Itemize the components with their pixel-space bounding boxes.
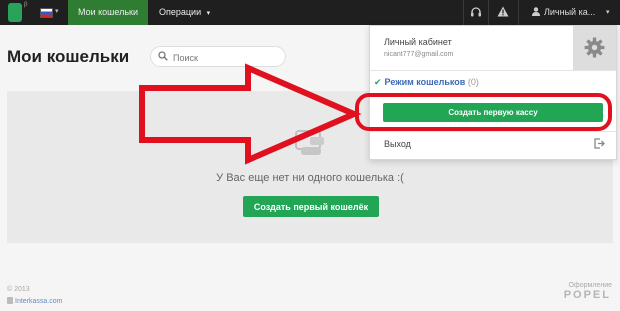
footer-site-link[interactable]: Interkassa.com bbox=[15, 298, 62, 305]
top-nav-bar: β ▾ Мои кошельки Операции ▾ Личный ка...… bbox=[0, 0, 620, 25]
logout-icon[interactable] bbox=[594, 138, 605, 149]
create-first-cashbox-button[interactable]: Создать первую кассу bbox=[383, 103, 603, 122]
user-menu-button[interactable]: Личный ка... bbox=[527, 0, 595, 25]
chevron-down-icon[interactable]: ▾ bbox=[606, 8, 610, 16]
tab-operations[interactable]: Операции ▾ bbox=[150, 0, 219, 25]
search-icon bbox=[158, 51, 168, 61]
empty-state-message: У Вас еще нет ни одного кошелька :( bbox=[216, 172, 404, 184]
nav-divider bbox=[518, 0, 519, 25]
account-title[interactable]: Личный кабинет bbox=[384, 37, 452, 47]
dropdown-divider bbox=[370, 131, 616, 132]
language-caret-icon[interactable]: ▾ bbox=[55, 7, 59, 15]
nav-divider bbox=[488, 0, 489, 25]
settings-button[interactable] bbox=[573, 26, 616, 70]
footer-site[interactable]: Interkassa.com bbox=[7, 297, 62, 305]
design-credit-brand[interactable]: POPEL bbox=[564, 289, 611, 301]
language-flag-icon[interactable] bbox=[40, 8, 53, 18]
gear-icon bbox=[584, 37, 605, 58]
search-input[interactable] bbox=[171, 49, 285, 66]
interkassa-small-icon bbox=[7, 297, 13, 304]
nav-divider bbox=[463, 0, 464, 25]
logout-item[interactable]: Выход bbox=[384, 139, 411, 149]
wallet-mode-item[interactable]: ✔ Режим кошельков (0) bbox=[374, 77, 479, 88]
design-credit-label: Оформление bbox=[568, 282, 612, 289]
create-first-wallet-button[interactable]: Создать первый кошелёк bbox=[243, 196, 379, 217]
dropdown-divider bbox=[370, 70, 616, 71]
copyright-text: © 2013 bbox=[7, 286, 30, 293]
user-dropdown-menu: Личный кабинет nicant777@gmail.com ✔ Реж… bbox=[369, 25, 617, 160]
interkassa-logo[interactable] bbox=[8, 3, 22, 22]
account-email: nicant777@gmail.com bbox=[384, 51, 454, 58]
tab-my-wallets[interactable]: Мои кошельки bbox=[68, 0, 148, 25]
check-icon: ✔ bbox=[374, 77, 382, 87]
wallet-mode-count: (0) bbox=[467, 77, 479, 87]
page-title: Мои кошельки bbox=[7, 47, 130, 66]
chevron-down-icon: ▾ bbox=[206, 10, 211, 17]
headset-icon[interactable] bbox=[470, 6, 482, 18]
search-box[interactable] bbox=[150, 46, 286, 67]
warning-icon[interactable] bbox=[497, 6, 509, 17]
dropdown-header: Личный кабинет nicant777@gmail.com bbox=[370, 26, 616, 70]
wallet-mode-label: Режим кошельков bbox=[384, 77, 466, 87]
wallet-icon bbox=[295, 130, 324, 155]
user-menu-label: Личный ка... bbox=[544, 7, 596, 17]
tab-operations-label: Операции bbox=[159, 7, 202, 17]
beta-badge: β bbox=[24, 2, 28, 8]
